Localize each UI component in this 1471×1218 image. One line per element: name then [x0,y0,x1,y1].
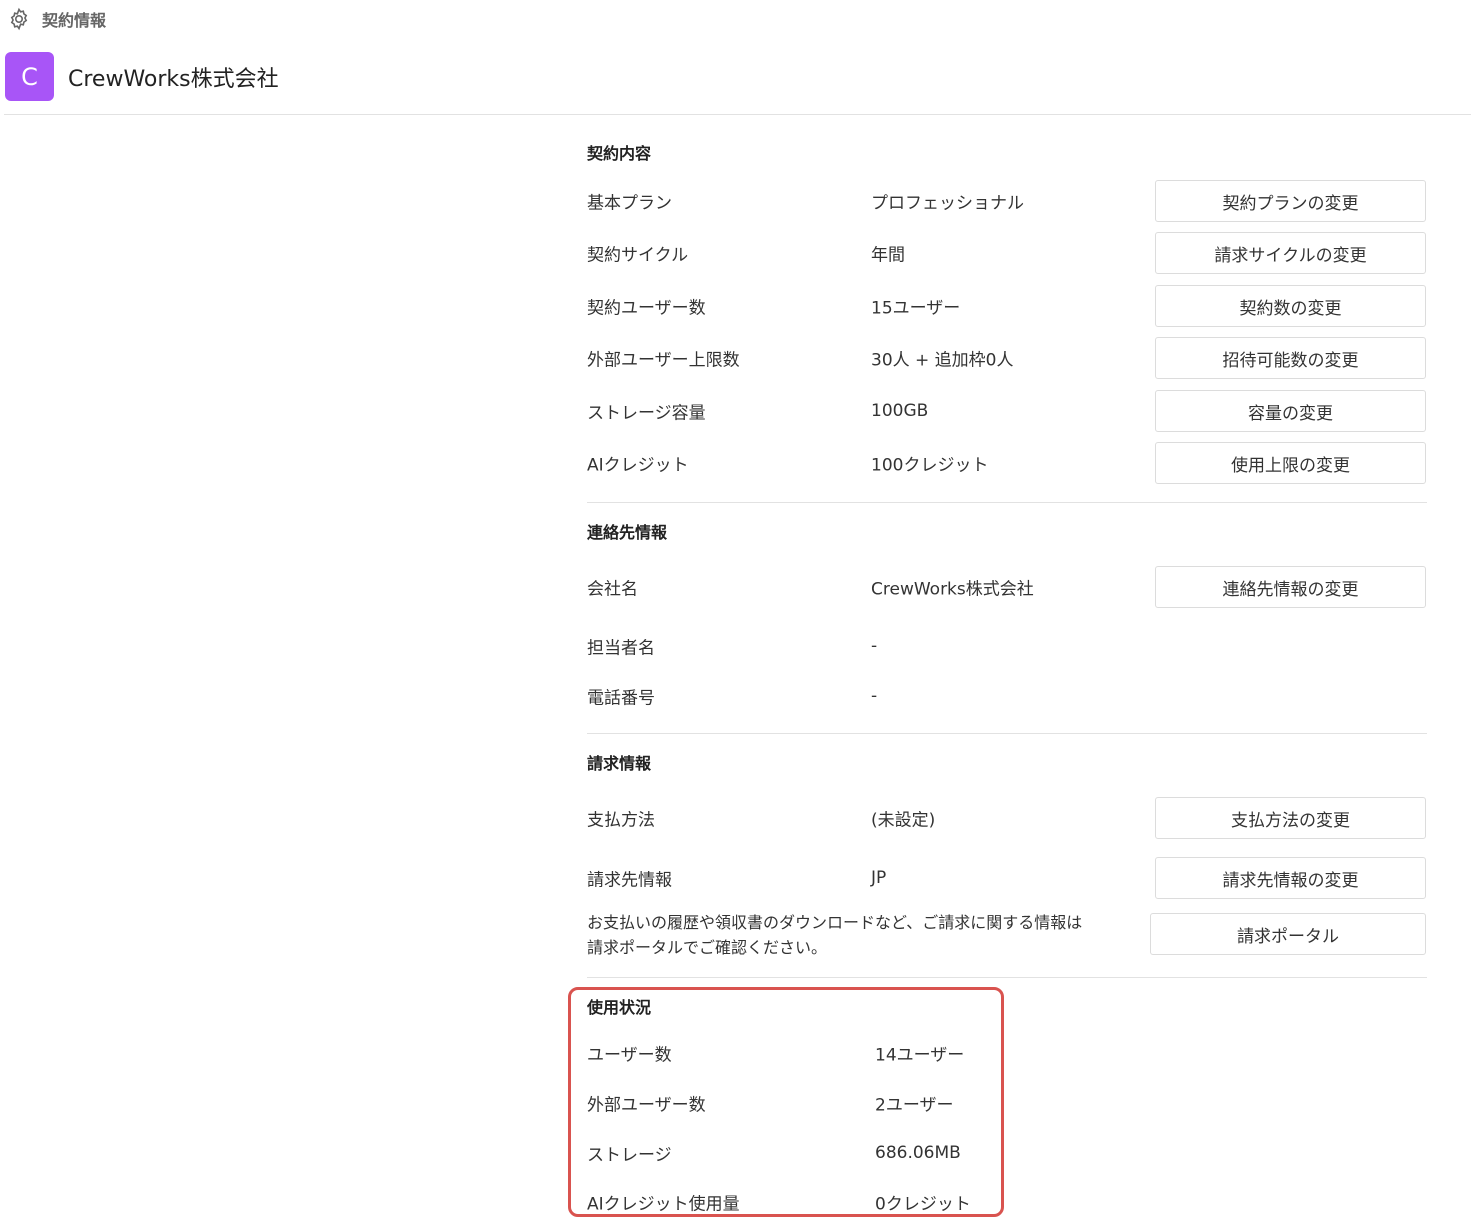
row-label-billing-address: 請求先情報 [587,870,672,891]
row-value-user-count: 15ユーザー [871,298,961,319]
change-contact-button[interactable]: 連絡先情報の変更 [1155,566,1426,608]
change-billing-info-button[interactable]: 請求先情報の変更 [1155,857,1426,899]
section-divider [587,977,1427,978]
row-value-billing-address: JP [871,868,887,888]
change-license-count-button[interactable]: 契約数の変更 [1155,285,1426,327]
page-title: 契約情報 [42,11,107,30]
organization-name: CrewWorks株式会社 [68,66,279,92]
section-divider [587,733,1427,734]
billing-portal-note-line2: 請求ポータルでご確認ください。 [587,938,828,957]
row-value-storage: 100GB [871,401,929,421]
change-billing-cycle-button[interactable]: 請求サイクルの変更 [1155,232,1426,274]
header-divider [4,114,1471,115]
avatar: C [5,52,54,101]
usage-highlight-box [568,987,1004,1217]
row-label-payment-method: 支払方法 [587,810,655,831]
change-invite-limit-button[interactable]: 招待可能数の変更 [1155,337,1426,379]
row-value-person: - [871,636,878,656]
organization-header: C CrewWorks株式会社 [5,52,279,101]
billing-portal-button[interactable]: 請求ポータル [1150,913,1426,955]
row-label-external-limit: 外部ユーザー上限数 [587,350,740,371]
change-plan-button[interactable]: 契約プランの変更 [1155,180,1426,222]
section-divider [587,502,1427,503]
row-label-storage: ストレージ容量 [587,403,706,424]
row-label-plan: 基本プラン [587,193,672,214]
row-value-plan: プロフェッショナル [871,193,1024,214]
row-value-external-limit: 30人 + 追加枠0人 [871,350,1014,371]
row-label-user-count: 契約ユーザー数 [587,298,706,319]
page-header: 契約情報 [6,6,106,32]
gear-icon[interactable] [6,6,32,32]
change-storage-button[interactable]: 容量の変更 [1155,390,1426,432]
row-value-payment-method: (未設定) [871,810,936,831]
row-label-person: 担当者名 [587,638,655,659]
row-label-ai-credit: AIクレジット [587,455,689,476]
row-value-cycle: 年間 [871,245,905,266]
billing-portal-note: お支払いの履歴や領収書のダウンロードなど、ご請求に関する情報は 請求ポータルでご… [587,910,1142,960]
change-usage-limit-button[interactable]: 使用上限の変更 [1155,442,1426,484]
change-payment-method-button[interactable]: 支払方法の変更 [1155,797,1426,839]
row-label-company: 会社名 [587,579,638,600]
billing-portal-note-line1: お支払いの履歴や領収書のダウンロードなど、ご請求に関する情報は [587,913,1083,932]
row-label-cycle: 契約サイクル [587,245,689,266]
row-value-ai-credit: 100クレジット [871,455,989,476]
row-value-phone: - [871,686,878,706]
section-title-contact: 連絡先情報 [587,523,668,542]
row-value-company: CrewWorks株式会社 [871,579,1034,600]
row-label-phone: 電話番号 [587,688,655,709]
section-title-contract: 契約内容 [587,144,652,163]
section-title-billing: 請求情報 [587,754,652,773]
